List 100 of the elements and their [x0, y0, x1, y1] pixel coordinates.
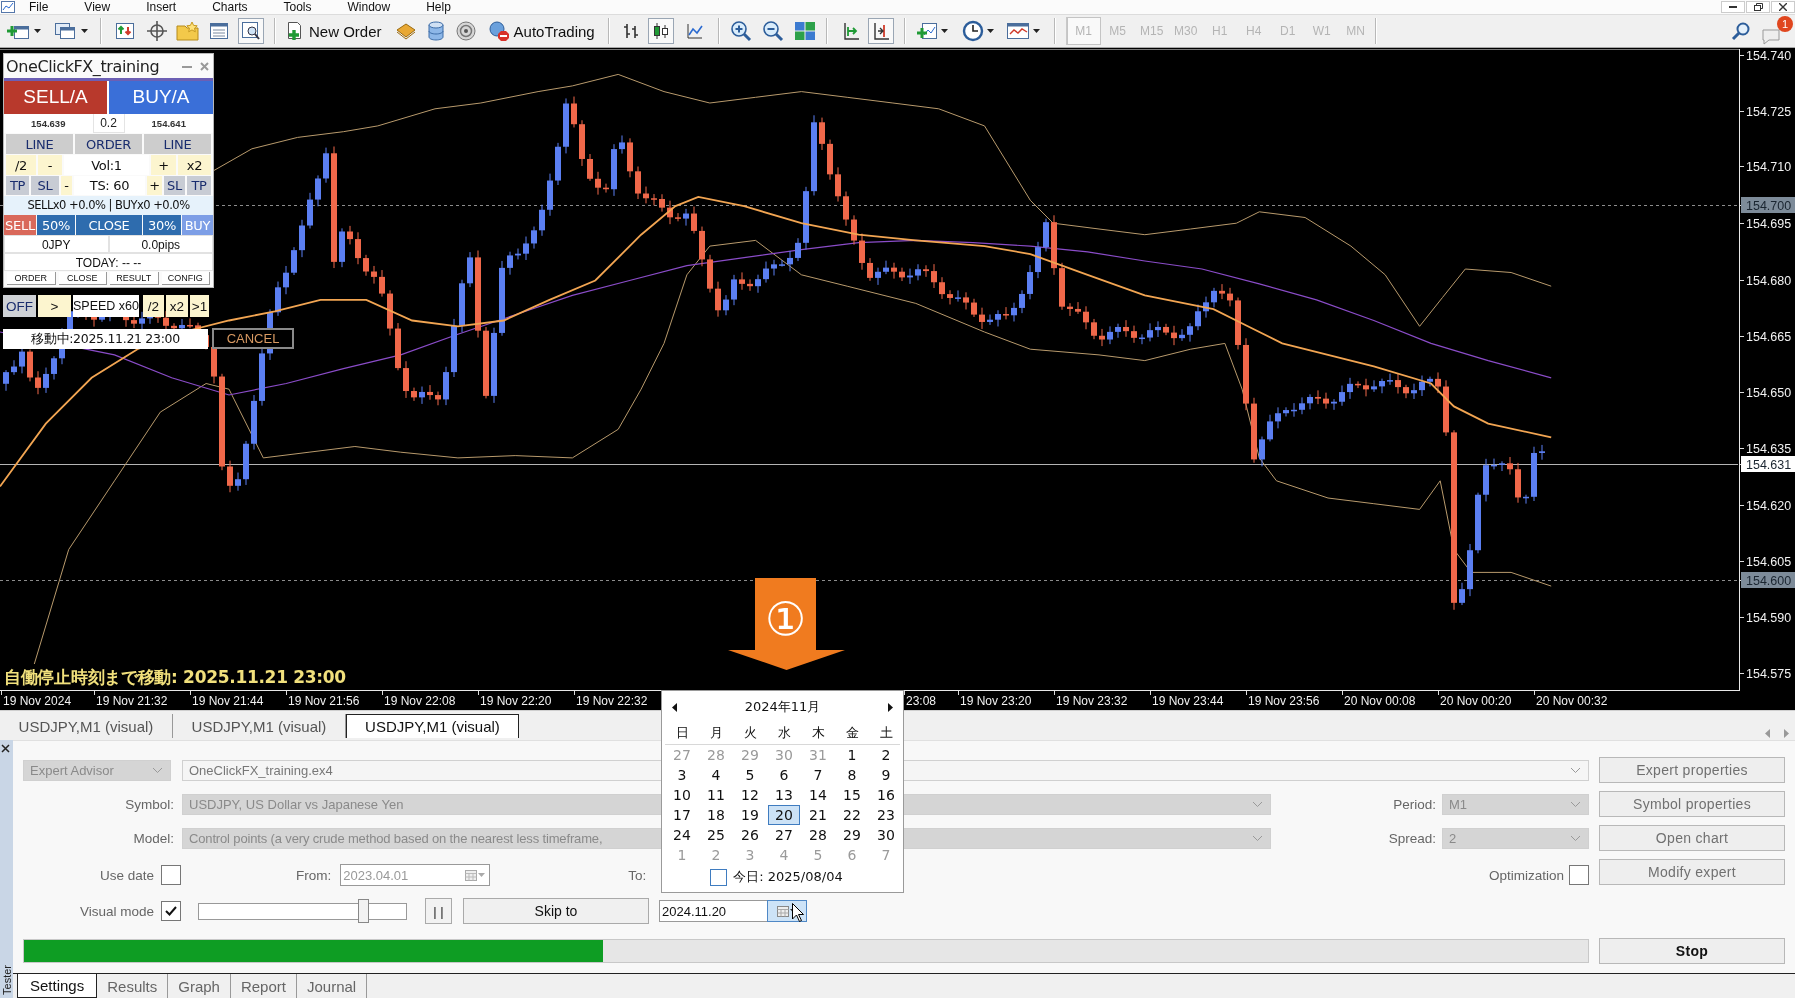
calendar-day[interactable]: 23 [870, 805, 902, 825]
skip-date-field[interactable]: 2024.11.20 [659, 900, 767, 922]
calendar-day[interactable]: 14 [802, 785, 834, 805]
zoom-in-icon[interactable] [729, 20, 752, 42]
restore-button[interactable] [1746, 1, 1770, 13]
minimize-button[interactable] [1721, 1, 1745, 13]
calendar-day[interactable]: 28 [802, 825, 834, 845]
speed-step-button[interactable]: x2 [166, 295, 188, 317]
tester-tab[interactable]: Graph [168, 974, 231, 998]
up-down-arrows-icon[interactable] [114, 21, 136, 41]
panel-tab-button[interactable]: ORDER [7, 272, 56, 285]
adjust-button[interactable]: x2 [178, 155, 211, 175]
tester-tab[interactable]: Results [97, 974, 169, 998]
calendar-day[interactable]: 22 [836, 805, 868, 825]
zoom-out-icon[interactable] [761, 20, 784, 42]
calendar-day[interactable]: 21 [802, 805, 834, 825]
panel-tab-button[interactable]: CONFIG [161, 272, 210, 285]
skip-to-button[interactable]: Skip to [463, 898, 649, 924]
search-icon[interactable] [1731, 21, 1751, 41]
speed-step-button[interactable]: >1 [190, 295, 209, 317]
menu-item[interactable]: Tools [283, 0, 326, 14]
close-icon[interactable] [1, 744, 10, 753]
menu-item[interactable]: Help [426, 0, 465, 14]
chart-tab[interactable]: USDJPY,M1 (visual) [0, 714, 173, 738]
dropdown-caret-icon[interactable] [34, 29, 41, 33]
calendar-day[interactable]: 19 [734, 805, 766, 825]
tile-windows-icon[interactable] [793, 21, 816, 41]
calendar-day[interactable]: 18 [700, 805, 732, 825]
sell-button[interactable]: SELL/A [4, 81, 107, 114]
panel-tab-button[interactable]: CLOSE [58, 272, 107, 285]
tester-tab[interactable]: Settings [17, 974, 98, 998]
calendar-day[interactable]: 15 [836, 785, 868, 805]
calendar-day[interactable]: 20 [768, 805, 800, 825]
tester-toggle-button[interactable] [238, 18, 264, 44]
layers-icon[interactable] [394, 21, 417, 41]
lot-size-field[interactable]: 0.2 [92, 114, 125, 133]
close-position-button[interactable]: 50% [37, 215, 75, 235]
use-date-checkbox[interactable] [161, 865, 181, 885]
chart-plus-icon[interactable] [915, 20, 938, 42]
chat-bubble-icon[interactable] [1761, 26, 1783, 46]
speed-slider[interactable] [198, 899, 407, 923]
mode-button[interactable]: LINE [144, 134, 211, 154]
calendar-day[interactable]: 25 [700, 825, 732, 845]
order-type-button[interactable]: SL [164, 176, 185, 195]
adjust-button[interactable]: - [38, 155, 62, 175]
dropdown-caret-icon[interactable] [81, 29, 88, 33]
speed-off-button[interactable]: OFF [3, 295, 36, 317]
signal-icon[interactable] [454, 20, 477, 42]
close-position-button[interactable]: 30% [143, 215, 181, 235]
menu-item[interactable]: Insert [146, 0, 191, 14]
tester-tab[interactable]: Report [230, 974, 297, 998]
calendar-day[interactable]: 30 [870, 825, 902, 845]
adjust-button[interactable]: /2 [6, 155, 36, 175]
speed-step-button[interactable]: /2 [143, 295, 164, 317]
autotrading-button[interactable]: AutoTrading [484, 18, 598, 44]
folder-star-icon[interactable] [176, 20, 200, 42]
mode-button[interactable]: ORDER [75, 134, 142, 154]
calendar-day[interactable]: 11 [700, 785, 732, 805]
adjust-button[interactable]: + [151, 155, 176, 175]
list-window-icon[interactable] [208, 21, 230, 41]
order-type-button[interactable]: TP [6, 176, 29, 195]
menu-item[interactable]: View [84, 0, 125, 14]
app-icon[interactable] [1, 1, 15, 13]
stacked-windows-icon[interactable] [53, 21, 77, 41]
chart-mode-button[interactable] [647, 18, 674, 44]
menu-item[interactable]: Window [347, 0, 405, 14]
stop-button[interactable]: Stop [1599, 938, 1785, 964]
calendar-day[interactable]: 24 [666, 825, 698, 845]
calendar-day[interactable]: 17 [666, 805, 698, 825]
calendar-day[interactable]: 13 [768, 785, 800, 805]
calendar-day[interactable]: 27 [768, 825, 800, 845]
mode-button[interactable]: LINE [6, 134, 73, 154]
chart-shift-button[interactable] [867, 18, 894, 44]
adjust-button[interactable]: - [61, 176, 72, 195]
adjust-button[interactable]: + [147, 176, 162, 195]
dropdown-caret-icon[interactable] [1032, 29, 1040, 33]
calendar-day[interactable]: 12 [734, 785, 766, 805]
new-order-button[interactable]: New Order [282, 18, 385, 44]
calendar-day[interactable]: 10 [666, 785, 698, 805]
next-month-icon[interactable] [888, 702, 893, 712]
previous-month-icon[interactable] [672, 702, 677, 712]
calendar-day[interactable]: 16 [870, 785, 902, 805]
crosshair-icon[interactable] [146, 20, 168, 42]
speed-step-button[interactable]: > [38, 295, 71, 317]
close-button[interactable] [1771, 1, 1795, 13]
order-type-button[interactable]: SL [31, 176, 59, 195]
chart-tab[interactable]: USDJPY,M1 (visual) [346, 714, 519, 738]
menu-item[interactable]: File [29, 0, 63, 14]
optimization-checkbox[interactable] [1569, 865, 1589, 885]
calendar-day[interactable]: 26 [734, 825, 766, 845]
chart-window-icon[interactable] [1005, 21, 1030, 41]
pause-button[interactable]: | | [425, 898, 452, 924]
dropdown-caret-icon[interactable] [940, 29, 948, 33]
buy-button[interactable]: BUY/A [107, 81, 213, 114]
close-position-button[interactable]: CLOSE [76, 215, 142, 235]
order-type-button[interactable]: TP [187, 176, 211, 195]
visual-mode-checkbox[interactable] [161, 901, 181, 921]
dropdown-caret-icon[interactable] [986, 29, 994, 33]
cancel-button[interactable]: CANCEL [212, 328, 294, 349]
menu-item[interactable]: Charts [212, 0, 262, 14]
